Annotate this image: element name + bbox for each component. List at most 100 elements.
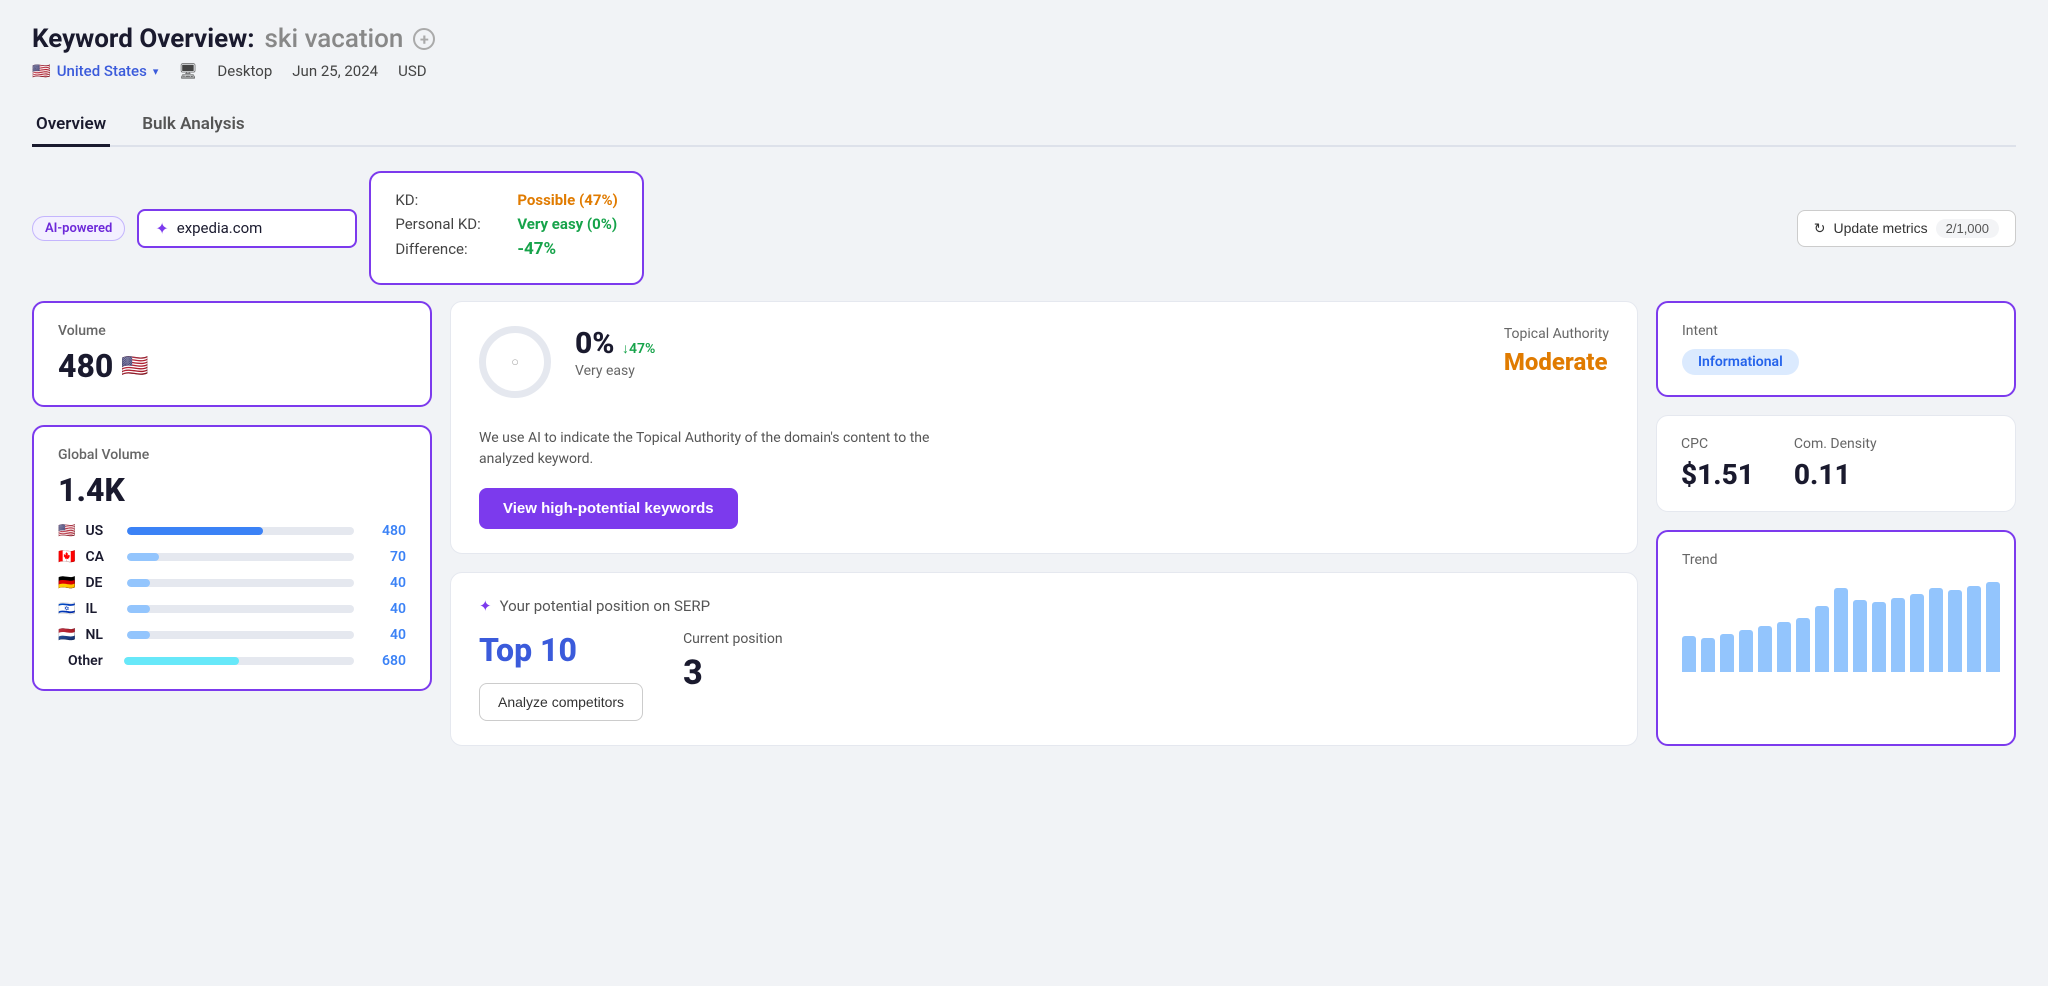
trend-bar-15 (1967, 586, 1981, 672)
country-code-other: Other (68, 653, 114, 669)
count-de: 40 (364, 575, 406, 591)
bar-fill-us (127, 527, 263, 535)
list-item: 🇩🇪 DE 40 (58, 575, 406, 591)
intent-badge: Informational (1682, 349, 1799, 375)
count-il: 40 (364, 601, 406, 617)
personal-kd-value: Very easy (0%) (517, 215, 617, 233)
refresh-icon: ↻ (1814, 220, 1826, 237)
serp-header-label: Your potential position on SERP (500, 597, 711, 615)
device-label: Desktop (217, 62, 272, 80)
trend-bar-13 (1929, 588, 1943, 672)
page-title-prefix: Keyword Overview: (32, 24, 255, 54)
topical-authority-value: Moderate (1504, 348, 1609, 376)
trend-card: Trend (1656, 530, 2016, 746)
tab-bar: Overview Bulk Analysis (32, 104, 2016, 147)
current-position-label: Current position (683, 631, 783, 647)
date-label: Jun 25, 2024 (292, 62, 378, 80)
add-keyword-icon[interactable]: + (413, 28, 435, 50)
volume-label: Volume (58, 323, 406, 339)
bar-fill-nl (127, 631, 150, 639)
kd-diff-row: Difference: -47% (395, 239, 617, 259)
cpc-label: CPC (1681, 436, 1754, 452)
serp-potential-section: Top 10 Analyze competitors (479, 631, 643, 721)
volume-card: Volume 480 🇺🇸 (32, 301, 432, 407)
bar-bg-de (127, 579, 354, 587)
chevron-down-icon: ▾ (153, 65, 159, 78)
domain-value: expedia.com (177, 219, 263, 237)
list-item: 🇺🇸 US 480 (58, 523, 406, 539)
kd-diff-value: -47% (517, 239, 556, 259)
bar-bg-us (127, 527, 354, 535)
tab-bulk-analysis[interactable]: Bulk Analysis (138, 104, 248, 147)
sparkle-icon: ✦ (155, 219, 168, 238)
kd-description: Very easy (575, 363, 655, 379)
view-keywords-button[interactable]: View high-potential keywords (479, 488, 738, 529)
trend-bar-6 (1796, 618, 1810, 672)
kd-diff-label: Difference: (395, 240, 505, 258)
global-volume-value: 1.4K (58, 471, 406, 509)
desktop-icon: 🖥 (178, 62, 197, 80)
trend-bar-9 (1853, 600, 1867, 672)
density-block: Com. Density 0.11 (1794, 436, 1877, 491)
flag-us: 🇺🇸 (58, 523, 75, 539)
personal-kd-label: Personal KD: (395, 215, 505, 233)
serp-body: Top 10 Analyze competitors Current posit… (479, 631, 1609, 721)
cpc-value: $1.51 (1681, 458, 1754, 491)
domain-input[interactable]: ✦ expedia.com (137, 209, 357, 248)
kd-value: Possible (47%) (517, 191, 617, 209)
kd-circle: ○ (479, 326, 551, 398)
kd-section: ○ 0% ↓47% Very easy (479, 326, 655, 398)
trend-bar-16 (1986, 582, 2000, 672)
trend-bar-5 (1777, 622, 1791, 672)
bar-bg-il (127, 605, 354, 613)
analyze-competitors-button[interactable]: Analyze competitors (479, 683, 643, 721)
trend-label: Trend (1682, 552, 1990, 568)
kd-trend-down: ↓47% (622, 341, 655, 357)
cpc-block: CPC $1.51 (1681, 436, 1754, 491)
kd-topical-card: ○ 0% ↓47% Very easy Topical Authorit (450, 301, 1638, 554)
global-volume-card: Global Volume 1.4K 🇺🇸 US 480 🇨🇦 CA (32, 425, 432, 691)
country-list: 🇺🇸 US 480 🇨🇦 CA 70 🇩🇪 DE (58, 523, 406, 669)
ai-note-text: We use AI to indicate the Topical Author… (479, 428, 1609, 470)
serp-current-section: Current position 3 (683, 631, 783, 693)
flag-il: 🇮🇱 (58, 601, 75, 617)
tab-overview[interactable]: Overview (32, 104, 110, 147)
volume-value: 480 🇺🇸 (58, 347, 406, 385)
country-selector[interactable]: 🇺🇸 United States ▾ (32, 62, 158, 80)
sparkle-icon-serp: ✦ (479, 597, 492, 615)
middle-column: ○ 0% ↓47% Very easy Topical Authorit (450, 301, 1638, 746)
country-code-nl: NL (85, 627, 117, 643)
trend-bar-14 (1948, 590, 1962, 672)
trend-bar-1 (1701, 638, 1715, 672)
trend-bar-3 (1739, 630, 1753, 672)
intent-card: Intent Informational (1656, 301, 2016, 397)
trend-bar-2 (1720, 634, 1734, 672)
country-code-ca: CA (85, 549, 117, 565)
kd-label: KD: (395, 191, 505, 209)
update-metrics-button[interactable]: ↻ Update metrics 2/1,000 (1797, 210, 2016, 247)
page: Keyword Overview: ski vacation + 🇺🇸 Unit… (0, 0, 2048, 986)
ai-powered-badge: AI-powered (32, 216, 125, 241)
keyword-text: ski vacation (265, 24, 404, 54)
serp-card: ✦ Your potential position on SERP Top 10… (450, 572, 1638, 746)
list-item: 🇮🇱 IL 40 (58, 601, 406, 617)
density-label: Com. Density (1794, 436, 1877, 452)
intent-label: Intent (1682, 323, 1990, 339)
count-us: 480 (364, 523, 406, 539)
page-header: Keyword Overview: ski vacation + (32, 24, 2016, 54)
flag-icon: 🇺🇸 (32, 62, 51, 80)
kd-popup-card: KD: Possible (47%) Personal KD: Very eas… (369, 171, 643, 285)
update-metrics-label: Update metrics (1833, 220, 1927, 236)
currency-label: USD (398, 62, 426, 80)
country-code-de: DE (85, 575, 117, 591)
bar-fill-other (124, 657, 239, 665)
country-label: United States (57, 62, 147, 80)
bar-bg-ca (127, 553, 354, 561)
bar-fill-ca (127, 553, 159, 561)
flag-nl: 🇳🇱 (58, 627, 75, 643)
trend-chart (1682, 582, 1990, 672)
bar-fill-il (127, 605, 150, 613)
meta-row: 🇺🇸 United States ▾ 🖥 Desktop Jun 25, 202… (32, 62, 2016, 80)
metrics-count-badge: 2/1,000 (1936, 219, 1999, 238)
trend-bar-10 (1872, 602, 1886, 672)
